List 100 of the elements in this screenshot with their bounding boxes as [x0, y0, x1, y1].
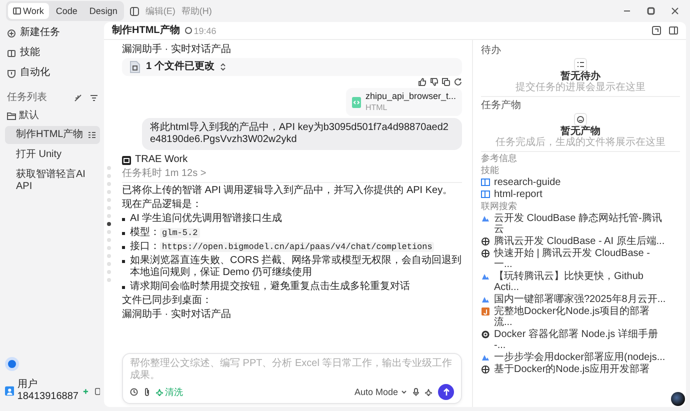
book-icon [481, 190, 490, 198]
task-title: 制作HTML产物 [112, 24, 180, 36]
bullet-icon [122, 218, 125, 221]
attachment-card[interactable]: zhipu_api_browser_t... HTML [346, 88, 462, 116]
arrow-up-icon [442, 388, 450, 396]
book-icon [7, 48, 16, 58]
sparkle-icon [156, 388, 163, 396]
search-result-link[interactable]: 完整地Docker化Node.js项目的部署流... [481, 306, 666, 328]
copy-icon[interactable] [442, 78, 450, 86]
filter-icon[interactable] [90, 94, 98, 102]
open-folder-icon [7, 112, 16, 120]
send-button[interactable] [438, 384, 454, 400]
search-result-link[interactable]: 云开发 CloudBase 静态网站托管-腾讯云 [481, 213, 666, 235]
task-time: 19:46 [194, 24, 216, 36]
microphone-icon[interactable] [413, 388, 419, 396]
file-icon [130, 61, 140, 73]
file-changes-card[interactable]: 1 个文件已更改 [122, 58, 462, 76]
sparkle-outline-icon[interactable] [425, 388, 432, 396]
message-text: 漏洞助手 · 实时对话产品 [122, 309, 232, 321]
mode-tab[interactable]: Code [50, 3, 82, 19]
empty-hint: 任务完成后，生成的文件将展示在这里 [496, 137, 666, 148]
maximize-icon [647, 7, 655, 15]
search-result-link[interactable]: 基于Docker的Node.js应用开发部署 [481, 364, 650, 375]
floating-orb-icon[interactable] [671, 392, 685, 406]
bullet-icon [122, 232, 125, 235]
globe-icon [481, 237, 490, 246]
sidebar-item[interactable]: 新建任务 [5, 24, 100, 42]
search-result-link[interactable]: 腾讯云开发 CloudBase - AI 原生后端... [481, 236, 665, 247]
message-text: 文件已同步到桌面： [122, 295, 213, 307]
list-icon [88, 131, 96, 139]
list-glyph-icon [577, 61, 584, 68]
assistant-name: TRAE Work [135, 154, 188, 166]
section-title: 任务列表 [7, 92, 47, 104]
task-item[interactable]: 获取智谱轻言AI API [5, 166, 100, 196]
shield-icon [7, 68, 16, 78]
chevron-updown-icon [220, 63, 226, 71]
section-title: 任务产物 [481, 100, 522, 111]
phone-icon[interactable] [94, 386, 100, 396]
empty-title: 暂无待办 [560, 71, 600, 82]
empty-title: 暂无产物 [560, 126, 600, 137]
bullet-icon [122, 246, 125, 249]
user-message: 将此html导入到我的产品中，API key为b3095d501f7a4d98870aed2e48190de6.PgsVvzh3W02w2ykd [142, 118, 462, 150]
mode-dropdown[interactable]: Auto Mode [354, 386, 407, 398]
folder-item[interactable]: 默认 [5, 108, 100, 124]
sidebar-toggle-icon[interactable] [130, 6, 140, 16]
skill-link[interactable]: html-report [481, 189, 680, 200]
list-item-text: 模型： glm-5.2 [130, 227, 200, 239]
file-name: zhipu_api_browser_t... [365, 90, 456, 102]
sidebar-item[interactable]: 自动化 [5, 64, 100, 82]
skill-link[interactable]: research-guide [481, 177, 680, 188]
folder-label: 默认 [19, 110, 39, 122]
bullet-icon [122, 260, 125, 263]
file-type: HTML [365, 102, 388, 114]
mode-tab[interactable]: Design [84, 3, 122, 19]
bullet-icon [122, 286, 125, 289]
empty-hint: 提交任务的进展会显示在这里 [516, 82, 646, 93]
sidebar-item[interactable]: 技能 [5, 44, 100, 62]
cloud-icon [481, 272, 490, 281]
paperclip-icon[interactable] [144, 388, 150, 396]
section-title: 待办 [481, 45, 502, 56]
search-result-link[interactable]: Docker 容器化部署 Node.js 详细手册 -... [481, 329, 666, 351]
window-icon [13, 7, 21, 15]
cloud-icon [481, 295, 490, 304]
list-item-text: 如果浏览器直连失败、CORS 拦截、网络异常或模型无权限，会自动回退到本地追问规则，保证 Demo 仍可继续使用 [130, 255, 462, 279]
message-text: 漏洞助手 · 实时对话产品 [122, 44, 232, 56]
code-file-icon [352, 96, 362, 108]
caret-icon [401, 390, 407, 394]
timeline-dot[interactable] [107, 222, 111, 226]
close-icon [671, 7, 679, 15]
search-result-link[interactable]: 国内一键部署哪家强?2025年8月云开... [481, 294, 666, 305]
thumbs-down-icon[interactable] [430, 78, 438, 86]
list-item-text: 请求期间会临时禁用提交按钮，避免重复点击生成多轮重复对话 [130, 281, 410, 293]
user-name: 用户18413916887 [17, 379, 80, 403]
task-item[interactable]: 打开 Unity [5, 146, 100, 164]
refresh-icon[interactable] [454, 78, 462, 86]
logo-icon [122, 156, 131, 164]
cloud-icon [481, 214, 490, 223]
thumbs-up-icon[interactable] [418, 78, 426, 86]
task-item[interactable]: 制作HTML产物 [5, 126, 100, 144]
message-text: 现在产品逻辑是： [122, 199, 203, 211]
history-icon[interactable] [130, 388, 138, 396]
sidebar-right-icon[interactable] [669, 26, 678, 35]
plus-circle-icon [7, 28, 16, 38]
search-result-link[interactable]: 【玩转腾讯云】比快更快，Github Acti... [481, 271, 666, 293]
mode-tab[interactable]: Work [8, 3, 49, 19]
letter-square-icon [481, 307, 490, 316]
clock-icon [184, 27, 192, 34]
book-icon [481, 178, 490, 186]
task-duration[interactable]: 任务耗时 1m 12s > [122, 168, 462, 183]
globe-icon [481, 249, 490, 258]
section-subtitle: 联网搜索 [481, 201, 518, 212]
search-result-link[interactable]: 快速开始 | 腾讯云开发 CloudBase - 一... [481, 248, 666, 270]
list-item-text: AI 学生追问优先调用智谱接口生成 [130, 213, 282, 225]
list-item-text: 接口： https://open.bigmodel.cn/api/paas/v4/chat/completions [130, 241, 434, 253]
user-avatar-icon [5, 385, 14, 397]
panel-icon[interactable] [652, 26, 661, 35]
message-text: 已将你上传的智谱 API 调用逻辑导入到产品中，并写入你提供的 API Key。 [122, 185, 454, 197]
search-result-link[interactable]: 一步步学会用docker部署应用(nodejs... [481, 352, 666, 363]
section-subtitle: 技能 [481, 165, 500, 176]
plus-icon [83, 388, 89, 394]
